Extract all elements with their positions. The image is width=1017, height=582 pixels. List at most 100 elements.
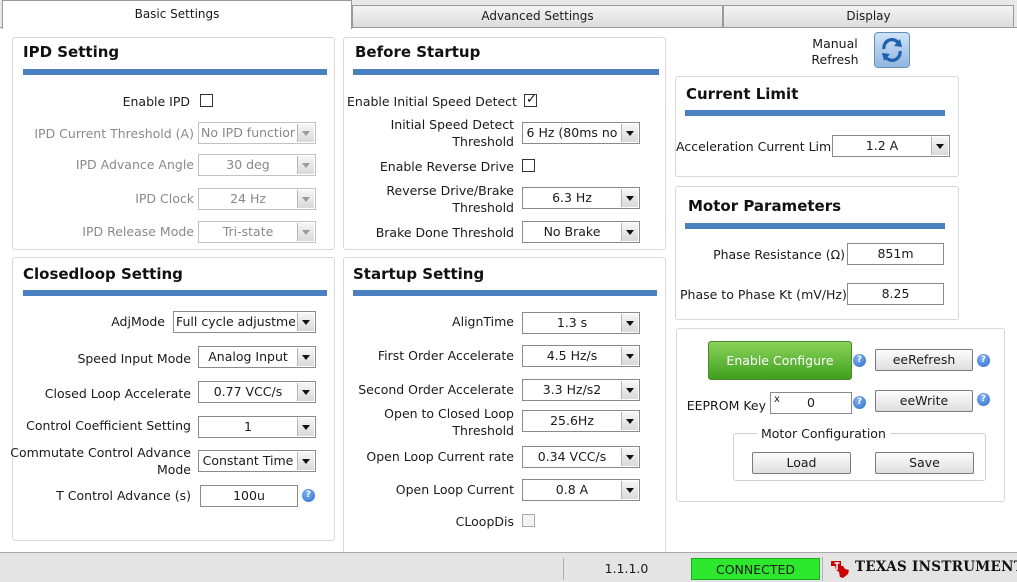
reverse-drive-brake-threshold-select[interactable]: 6.3 Hz: [522, 187, 640, 209]
checkmark-icon: ✓: [526, 92, 537, 107]
second-order-accelerate-label: Second Order Accelerate: [358, 382, 514, 397]
ipd-current-threshold-select[interactable]: No IPD function: [198, 122, 316, 144]
tab-basic-settings[interactable]: Basic Settings: [2, 0, 352, 29]
enable-configure-button[interactable]: Enable Configure: [708, 341, 852, 380]
eeprom-key-label: EEPROM Key: [686, 398, 766, 413]
acceleration-current-limit-value: 1.2 A: [865, 138, 899, 153]
speed-input-mode-value: Analog Input: [208, 349, 288, 364]
load-button[interactable]: Load: [752, 452, 851, 474]
reverse-drive-brake-threshold-label-2: Threshold: [452, 200, 514, 215]
dropdown-arrow-icon: [297, 452, 314, 470]
commutate-control-advance-select[interactable]: Constant Time: [198, 450, 316, 472]
dropdown-arrow-icon: [621, 314, 638, 332]
ee-write-help-icon[interactable]: ?: [977, 393, 990, 406]
ipd-advance-angle-label: IPD Advance Angle: [75, 157, 194, 172]
eeprom-key-help-icon[interactable]: ?: [853, 396, 866, 409]
ipd-release-mode-select[interactable]: Tri-state: [198, 221, 316, 243]
dropdown-arrow-icon: [621, 381, 638, 399]
dropdown-arrow-icon: [621, 412, 638, 430]
align-time-value: 1.3 s: [556, 315, 588, 330]
tab-display[interactable]: Display: [723, 5, 1014, 27]
first-order-accelerate-select[interactable]: 4.5 Hz/s: [522, 345, 640, 367]
dropdown-arrow-icon: [297, 418, 314, 436]
enable-ipd-label: Enable IPD: [122, 94, 190, 109]
initial-speed-detect-threshold-label-2: Threshold: [452, 134, 514, 149]
open-to-closed-loop-threshold-select[interactable]: 25.6Hz: [522, 410, 640, 432]
ipd-current-threshold-label: IPD Current Threshold (A): [34, 126, 194, 141]
ipd-advance-angle-select[interactable]: 30 deg: [198, 154, 316, 176]
align-time-select[interactable]: 1.3 s: [522, 312, 640, 334]
refresh-icon: [882, 38, 902, 62]
brake-done-threshold-select[interactable]: No Brake: [522, 221, 640, 243]
tab-bar: Basic Settings Advanced Settings Display: [0, 0, 1017, 29]
dropdown-arrow-icon: [621, 124, 638, 142]
startup-setting-title: Startup Setting: [353, 265, 485, 283]
enable-initial-speed-detect-checkbox[interactable]: ✓: [524, 92, 537, 107]
enable-ipd-checkbox[interactable]: [200, 94, 213, 107]
adjmode-select[interactable]: Full cycle adjustment: [173, 311, 316, 333]
ee-refresh-help-icon[interactable]: ?: [977, 354, 990, 367]
eeprom-key-input[interactable]: x 0: [770, 392, 852, 414]
ipd-release-mode-value: Tri-state: [222, 224, 274, 239]
initial-speed-detect-threshold-select[interactable]: 6 Hz (80ms no: [522, 122, 640, 144]
dropdown-arrow-icon: [621, 223, 638, 241]
dropdown-arrow-icon: [621, 347, 638, 365]
basic-settings-content: Manual Refresh IPD Setting Enable IPD IP…: [0, 27, 1017, 561]
manual-refresh-button[interactable]: [874, 32, 910, 68]
motor-parameters-bar: [685, 223, 945, 229]
initial-speed-detect-threshold-value: 6 Hz (80ms no: [526, 125, 618, 140]
acceleration-current-limit-label: Acceleration Current Limit: [676, 139, 840, 154]
speed-input-mode-select[interactable]: Analog Input: [198, 346, 316, 368]
tab-advanced-settings[interactable]: Advanced Settings: [352, 5, 723, 27]
first-order-accelerate-label: First Order Accelerate: [377, 348, 514, 363]
closed-loop-accelerate-label: Closed Loop Accelerate: [44, 386, 191, 401]
first-order-accelerate-value: 4.5 Hz/s: [546, 348, 598, 363]
acceleration-current-limit-select[interactable]: 1.2 A: [832, 135, 950, 157]
ipd-clock-select[interactable]: 24 Hz: [198, 188, 316, 210]
eeprom-key-prefix: x: [774, 394, 780, 405]
open-loop-current-rate-select[interactable]: 0.34 VCC/s: [522, 446, 640, 468]
enable-configure-help-icon[interactable]: ?: [853, 354, 866, 367]
t-control-advance-help-icon[interactable]: ?: [302, 489, 315, 502]
open-loop-current-rate-value: 0.34 VCC/s: [537, 449, 607, 464]
reverse-drive-brake-threshold-value: 6.3 Hz: [552, 190, 592, 205]
second-order-accelerate-select[interactable]: 3.3 Hz/s2: [522, 379, 640, 401]
startup-setting-bar: [353, 290, 657, 296]
phase-resistance-input[interactable]: 851m: [847, 243, 944, 265]
current-limit-bar: [685, 110, 945, 116]
open-loop-current-rate-label: Open Loop Current rate: [366, 449, 514, 464]
ipd-advance-angle-value: 30 deg: [226, 157, 270, 172]
ti-brand: Texas Instruments: [822, 557, 1017, 581]
current-limit-title: Current Limit: [686, 85, 799, 103]
open-to-closed-loop-threshold-label: Open to Closed Loop: [384, 406, 514, 421]
cloopdis-label: CLoopDis: [455, 514, 514, 529]
control-coefficient-value: 1: [244, 419, 252, 434]
ee-refresh-button[interactable]: eeRefresh: [875, 349, 973, 371]
cloopdis-checkbox[interactable]: [522, 514, 535, 527]
open-to-closed-loop-threshold-value: 25.6Hz: [550, 413, 594, 428]
commutate-control-advance-label: Commutate Control Advance: [10, 445, 191, 460]
commutate-control-advance-value: Constant Time: [202, 453, 294, 468]
dropdown-arrow-icon: [297, 190, 314, 208]
enable-reverse-drive-checkbox[interactable]: [522, 159, 535, 172]
control-coefficient-select[interactable]: 1: [198, 416, 316, 438]
open-to-closed-loop-threshold-label-2: Threshold: [452, 423, 514, 438]
save-button[interactable]: Save: [875, 452, 974, 474]
dropdown-arrow-icon: [621, 189, 638, 207]
phase-to-phase-kt-label: Phase to Phase Kt (mV/Hz): [680, 287, 847, 302]
status-bar: 1.1.1.0 CONNECTED Texas Instruments: [0, 552, 1017, 582]
phase-to-phase-kt-input[interactable]: 8.25: [847, 283, 944, 305]
phase-resistance-label: Phase Resistance (Ω): [713, 247, 845, 262]
ipd-clock-label: IPD Clock: [135, 191, 194, 206]
eeprom-key-value: 0: [807, 395, 815, 410]
adjmode-value: Full cycle adjustment: [176, 314, 295, 329]
dropdown-arrow-icon: [297, 348, 314, 366]
ti-logo-icon: [831, 561, 849, 578]
t-control-advance-input[interactable]: 100u: [200, 485, 298, 507]
ipd-setting-bar: [23, 69, 327, 75]
ipd-setting-title: IPD Setting: [23, 43, 120, 61]
open-loop-current-select[interactable]: 0.8 A: [522, 479, 640, 501]
ee-write-button[interactable]: eeWrite: [875, 390, 973, 412]
closed-loop-accelerate-select[interactable]: 0.77 VCC/s: [198, 381, 316, 403]
control-coefficient-label: Control Coefficient Setting: [26, 418, 191, 433]
